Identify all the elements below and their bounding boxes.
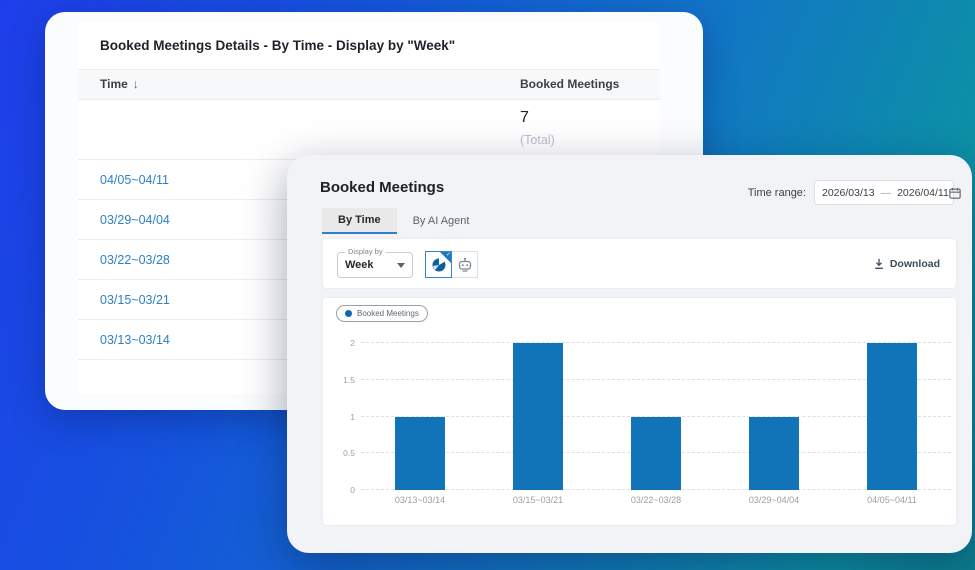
tab-bar: By Time By AI Agent [322, 208, 485, 234]
table-header-row: Time ↓ Booked Meetings [78, 70, 660, 100]
x-axis-labels: 03/13~03/14 03/15~03/21 03/22~03/28 03/29~0… [361, 495, 951, 505]
display-by-select[interactable]: Display by Week [337, 247, 413, 278]
display-by-label: Display by [345, 247, 386, 256]
bar-slot [361, 343, 479, 490]
time-range-group: Time range: 2026/03/13 — 2026/04/11 [747, 180, 961, 205]
bars-container [361, 343, 951, 490]
view-toggle-group: ✓ [425, 251, 478, 278]
y-axis-tick: 1 [350, 411, 355, 422]
time-range-input[interactable]: 2026/03/13 — 2026/04/11 [814, 180, 961, 205]
bar-slot [479, 343, 597, 490]
bar-slot [833, 343, 951, 490]
y-axis-tick: 0 [350, 485, 355, 495]
y-axis-tick: 1.5 [343, 374, 355, 385]
main-window: Booked Meetings Time range: 2026/03/13 —… [287, 155, 972, 553]
legend-dot-icon [345, 310, 352, 317]
chart-card: Booked Meetings 0 0.5 1 1.5 2 03/13~03/14 03/… [322, 297, 957, 526]
y-axis-tick: 0.5 [343, 448, 355, 459]
x-axis-label: 03/15~03/21 [512, 495, 564, 505]
pie-time-view-button[interactable]: ✓ [425, 251, 452, 278]
time-link[interactable]: 03/13~03/14 [100, 333, 170, 347]
date-separator: — [880, 186, 892, 199]
display-by-value: Week [345, 259, 374, 271]
ai-agent-view-icon [458, 257, 471, 272]
tab-by-ai-agent[interactable]: By AI Agent [397, 208, 486, 234]
y-axis-tick: 2 [350, 338, 355, 348]
sort-desc-icon[interactable]: ↓ [133, 77, 139, 91]
time-link[interactable]: 03/22~03/28 [100, 253, 170, 267]
bar-03/22~03/28[interactable] [631, 416, 681, 490]
bar-slot [597, 343, 715, 490]
legend-label: Booked Meetings [357, 309, 419, 318]
ai-agent-view-button[interactable] [451, 251, 478, 278]
download-label: Download [889, 257, 940, 270]
calendar-icon[interactable] [949, 187, 961, 199]
x-axis-label: 03/22~03/28 [630, 495, 682, 505]
check-icon: ✓ [445, 252, 451, 258]
time-link[interactable]: 03/15~03/21 [100, 293, 170, 307]
time-column-header[interactable]: Time ↓ [100, 77, 139, 91]
details-title: Booked Meetings Details - By Time - Disp… [78, 22, 660, 70]
bar-04/05~04/11[interactable] [867, 343, 917, 490]
time-range-dates: 2026/03/13 — 2026/04/11 [822, 187, 949, 199]
bar-slot [715, 343, 833, 490]
legend-booked-meetings[interactable]: Booked Meetings [336, 305, 428, 322]
time-column-label: Time [100, 77, 128, 91]
bar-chart-plot: 0 0.5 1 1.5 2 [343, 338, 951, 495]
bar-03/13~03/14[interactable] [395, 416, 445, 490]
chevron-down-icon [397, 262, 405, 268]
total-label: (Total) [520, 133, 555, 147]
page-title: Booked Meetings [320, 179, 445, 196]
time-link[interactable]: 04/05~04/11 [100, 173, 169, 187]
bar-03/29~04/04[interactable] [749, 416, 799, 490]
x-axis-label: 04/05~04/11 [867, 495, 917, 505]
x-axis-label: 03/13~03/14 [394, 495, 446, 505]
time-range-label: Time range: [747, 186, 806, 199]
total-row: 7 (Total) [78, 100, 660, 160]
bar-03/15~03/21[interactable] [513, 343, 563, 490]
download-icon [874, 258, 883, 269]
x-axis-label: 03/29~04/04 [748, 495, 800, 505]
download-button[interactable]: Download [873, 239, 940, 288]
time-link[interactable]: 03/29~04/04 [100, 213, 170, 227]
meetings-column-header: Booked Meetings [520, 77, 620, 91]
toolbar-card: Display by Week ✓ Download [322, 238, 957, 289]
total-value: 7 [520, 109, 529, 126]
start-date: 2026/03/13 [822, 186, 875, 199]
end-date: 2026/04/11 [897, 186, 949, 199]
tab-by-time[interactable]: By Time [322, 208, 397, 234]
